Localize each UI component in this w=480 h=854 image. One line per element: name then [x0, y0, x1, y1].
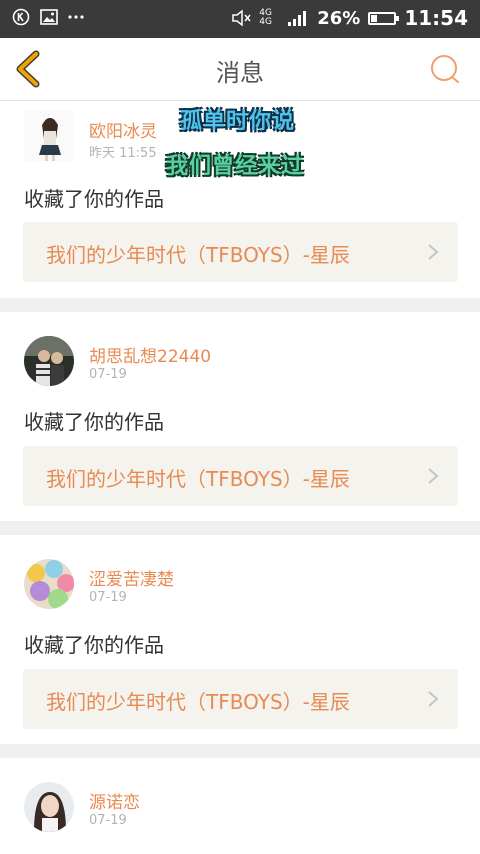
avatar[interactable]: [24, 111, 74, 161]
k-app-icon: [12, 8, 30, 26]
avatar[interactable]: [24, 559, 74, 609]
signal-icon: [288, 11, 307, 26]
work-title: 我们的少年时代（TFBOYS）-星辰: [46, 243, 350, 267]
image-notification-icon: [40, 9, 58, 25]
message-card[interactable]: 胡思乱想22440 07-19 收藏了你的作品 我们的少年时代（TFBOYS）-…: [0, 312, 480, 521]
more-dots-icon: [68, 15, 84, 19]
message-card[interactable]: 涩爱苦凄楚 07-19 收藏了你的作品 我们的少年时代（TFBOYS）-星辰: [0, 535, 480, 744]
message-action: 收藏了你的作品: [24, 410, 164, 434]
message-time: 昨天 11:55: [89, 146, 157, 161]
work-link[interactable]: 我们的少年时代（TFBOYS）-星辰: [23, 222, 458, 282]
work-link[interactable]: 我们的少年时代（TFBOYS）-星辰: [23, 669, 458, 729]
work-link[interactable]: 我们的少年时代（TFBOYS）-星辰: [23, 446, 458, 506]
status-right-icons: 4G 4G 26% 11:54: [231, 6, 468, 30]
chevron-right-icon: [428, 244, 439, 260]
mute-icon: [232, 9, 251, 27]
message-action: 收藏了你的作品: [24, 187, 164, 211]
message-action: 收藏了你的作品: [24, 633, 164, 657]
chevron-right-icon: [428, 468, 439, 484]
battery-icon: [368, 11, 400, 25]
avatar[interactable]: [24, 782, 74, 832]
work-title: 我们的少年时代（TFBOYS）-星辰: [46, 690, 350, 714]
message-time: 07-19: [89, 813, 127, 828]
message-card[interactable]: 源诺恋 07-19: [0, 758, 480, 854]
message-time: 07-19: [89, 590, 127, 605]
search-icon[interactable]: [428, 52, 462, 86]
username[interactable]: 欧阳冰灵: [89, 117, 157, 142]
network-type-label: 4G 4G: [259, 8, 272, 27]
username[interactable]: 胡思乱想22440: [89, 342, 211, 367]
battery-fill: [371, 14, 378, 22]
overlay-text-line1: 孤单时你说: [180, 109, 296, 134]
username[interactable]: 源诺恋: [89, 788, 140, 813]
page-title: 消息: [216, 59, 264, 87]
overlay-text-line2: 我们曾经来过: [166, 154, 305, 179]
battery-percent: 26%: [317, 7, 361, 29]
status-left-icons: [12, 8, 84, 26]
status-bar: 4G 4G 26% 11:54: [0, 0, 480, 38]
avatar[interactable]: [24, 336, 74, 386]
status-time: 11:54: [404, 6, 468, 30]
app-header: 消息: [0, 38, 480, 101]
chevron-right-icon: [428, 691, 439, 707]
message-time: 07-19: [89, 367, 127, 382]
username[interactable]: 涩爱苦凄楚: [89, 565, 174, 590]
work-title: 我们的少年时代（TFBOYS）-星辰: [46, 467, 350, 491]
